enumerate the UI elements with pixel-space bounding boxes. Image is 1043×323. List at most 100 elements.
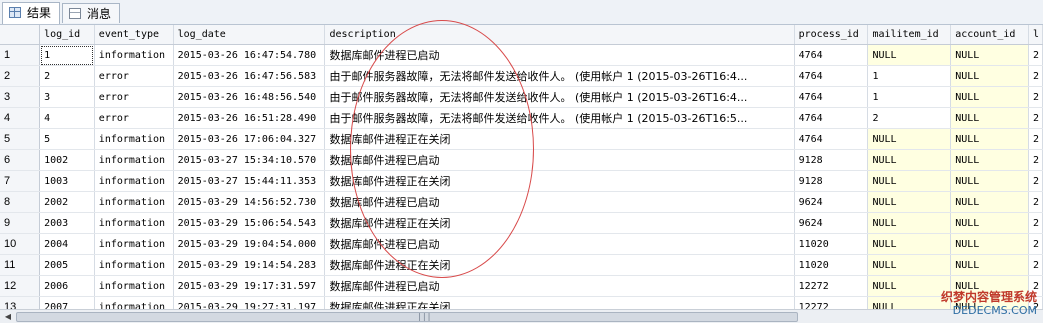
cell-row-number[interactable]: 13 <box>0 296 41 309</box>
cell-account-id[interactable]: NULL <box>950 107 1029 129</box>
cell-log-id[interactable]: 2003 <box>39 212 95 234</box>
cell-truncated[interactable]: 2 <box>1028 107 1043 129</box>
cell-description[interactable]: 数据库邮件进程已启动 <box>324 275 795 297</box>
cell-truncated[interactable]: 2 <box>1028 191 1043 213</box>
cell-log-date[interactable]: 2015-03-26 16:47:54.780 <box>173 44 326 66</box>
cell-event-type[interactable]: information <box>94 149 174 171</box>
column-header-description[interactable]: description <box>324 25 795 45</box>
cell-process-id[interactable]: 4764 <box>794 107 869 129</box>
column-header-mailitem-id[interactable]: mailitem_id <box>867 25 952 45</box>
cell-description[interactable]: 由于邮件服务器故障，无法将邮件发送给收件人。 (使用帐户 1 (2015-03-… <box>324 65 795 87</box>
cell-log-id[interactable]: 1002 <box>39 149 95 171</box>
cell-row-number[interactable]: 9 <box>0 212 41 234</box>
table-row[interactable]: 8 2002 information 2015-03-29 14:56:52.730 数… <box>0 191 1043 213</box>
cell-process-id[interactable]: 12272 <box>794 296 869 309</box>
cell-mailitem-id[interactable]: 1 <box>867 86 952 108</box>
cell-process-id[interactable]: 4764 <box>794 44 869 66</box>
cell-log-date[interactable]: 2015-03-29 19:17:31.597 <box>173 275 326 297</box>
cell-mailitem-id[interactable]: NULL <box>867 233 952 255</box>
results-grid[interactable]: log_id event_type log_date description proce… <box>0 25 1043 309</box>
cell-process-id[interactable]: 9624 <box>794 212 869 234</box>
cell-account-id[interactable]: NULL <box>950 212 1029 234</box>
cell-event-type[interactable]: error <box>94 65 174 87</box>
cell-row-number[interactable]: 4 <box>0 107 41 129</box>
table-row[interactable]: 13 2007 information 2015-03-29 19:27:31.197… <box>0 296 1043 309</box>
cell-log-id[interactable]: 3 <box>39 86 95 108</box>
cell-row-number[interactable]: 11 <box>0 254 41 276</box>
cell-mailitem-id[interactable]: NULL <box>867 149 952 171</box>
cell-event-type[interactable]: information <box>94 275 174 297</box>
column-header-account-id[interactable]: account_id <box>950 25 1029 45</box>
cell-mailitem-id[interactable]: NULL <box>867 170 952 192</box>
cell-description[interactable]: 数据库邮件进程正在关闭 <box>324 170 795 192</box>
cell-description[interactable]: 数据库邮件进程正在关闭 <box>324 254 795 276</box>
cell-account-id[interactable]: NULL <box>950 149 1029 171</box>
cell-account-id[interactable]: NULL <box>950 254 1029 276</box>
cell-row-number[interactable]: 6 <box>0 149 41 171</box>
table-row[interactable]: 3 3 error 2015-03-26 16:48:56.540 由于邮件服务器故障，… <box>0 86 1043 108</box>
cell-process-id[interactable]: 11020 <box>794 254 869 276</box>
table-row[interactable]: 4 4 error 2015-03-26 16:51:28.490 由于邮件服务器故障，… <box>0 107 1043 129</box>
cell-account-id[interactable]: NULL <box>950 128 1029 150</box>
cell-description[interactable]: 数据库邮件进程正在关闭 <box>324 296 795 309</box>
cell-process-id[interactable]: 4764 <box>794 86 869 108</box>
table-row[interactable]: 5 5 information 2015-03-26 17:06:04.327 数据库邮… <box>0 128 1043 150</box>
table-row[interactable]: 11 2005 information 2015-03-29 19:14:54.283… <box>0 254 1043 276</box>
cell-process-id[interactable]: 9128 <box>794 170 869 192</box>
cell-event-type[interactable]: information <box>94 170 174 192</box>
cell-row-number[interactable]: 12 <box>0 275 41 297</box>
cell-description[interactable]: 数据库邮件进程正在关闭 <box>324 212 795 234</box>
cell-log-date[interactable]: 2015-03-26 16:47:56.583 <box>173 65 326 87</box>
cell-row-number[interactable]: 3 <box>0 86 41 108</box>
column-header-log-id[interactable]: log_id <box>39 25 95 45</box>
scroll-thumb[interactable]: ||| <box>16 312 798 322</box>
cell-event-type[interactable]: information <box>94 254 174 276</box>
cell-event-type[interactable]: information <box>94 296 174 309</box>
cell-log-id[interactable]: 2005 <box>39 254 95 276</box>
cell-row-number[interactable]: 8 <box>0 191 41 213</box>
cell-mailitem-id[interactable]: NULL <box>867 191 952 213</box>
cell-log-date[interactable]: 2015-03-26 16:51:28.490 <box>173 107 326 129</box>
cell-mailitem-id[interactable]: NULL <box>867 212 952 234</box>
cell-log-id[interactable]: 1 <box>39 44 95 66</box>
cell-description[interactable]: 数据库邮件进程正在关闭 <box>324 128 795 150</box>
cell-process-id[interactable]: 4764 <box>794 65 869 87</box>
tab-messages[interactable]: 消息 <box>62 3 121 23</box>
cell-description[interactable]: 数据库邮件进程已启动 <box>324 233 795 255</box>
cell-log-date[interactable]: 2015-03-29 19:14:54.283 <box>173 254 326 276</box>
table-row[interactable]: 6 1002 information 2015-03-27 15:34:10.570 数… <box>0 149 1043 171</box>
cell-event-type[interactable]: information <box>94 44 174 66</box>
cell-log-id[interactable]: 4 <box>39 107 95 129</box>
cell-truncated[interactable]: 2 <box>1028 212 1043 234</box>
table-row[interactable]: 9 2003 information 2015-03-29 15:06:54.543 数… <box>0 212 1043 234</box>
cell-account-id[interactable]: NULL <box>950 170 1029 192</box>
cell-truncated[interactable]: 2 <box>1028 128 1043 150</box>
scroll-left-icon[interactable]: ◀ <box>1 311 15 322</box>
cell-description[interactable]: 数据库邮件进程已启动 <box>324 44 795 66</box>
cell-mailitem-id[interactable]: NULL <box>867 254 952 276</box>
cell-log-id[interactable]: 2006 <box>39 275 95 297</box>
cell-row-number[interactable]: 10 <box>0 233 41 255</box>
cell-process-id[interactable]: 11020 <box>794 233 869 255</box>
cell-mailitem-id[interactable]: 2 <box>867 107 952 129</box>
cell-account-id[interactable]: NULL <box>950 86 1029 108</box>
cell-event-type[interactable]: information <box>94 191 174 213</box>
cell-row-number[interactable]: 7 <box>0 170 41 192</box>
cell-description[interactable]: 数据库邮件进程已启动 <box>324 149 795 171</box>
cell-mailitem-id[interactable]: NULL <box>867 296 952 309</box>
table-row[interactable]: 10 2004 information 2015-03-29 19:04:54.000… <box>0 233 1043 255</box>
cell-account-id[interactable]: NULL <box>950 233 1029 255</box>
cell-log-date[interactable]: 2015-03-27 15:44:11.353 <box>173 170 326 192</box>
cell-description[interactable]: 由于邮件服务器故障，无法将邮件发送给收件人。 (使用帐户 1 (2015-03-… <box>324 86 795 108</box>
cell-log-id[interactable]: 2004 <box>39 233 95 255</box>
cell-truncated[interactable]: 2 <box>1028 170 1043 192</box>
table-row[interactable]: 7 1003 information 2015-03-27 15:44:11.353 数… <box>0 170 1043 192</box>
cell-truncated[interactable]: 2 <box>1028 149 1043 171</box>
cell-account-id[interactable]: NULL <box>950 191 1029 213</box>
column-header-row-number[interactable] <box>0 25 41 45</box>
cell-event-type[interactable]: error <box>94 107 174 129</box>
table-row[interactable]: 2 2 error 2015-03-26 16:47:56.583 由于邮件服务器故障，… <box>0 65 1043 87</box>
cell-truncated[interactable]: 2 <box>1028 233 1043 255</box>
cell-mailitem-id[interactable]: 1 <box>867 65 952 87</box>
cell-log-date[interactable]: 2015-03-29 19:04:54.000 <box>173 233 326 255</box>
